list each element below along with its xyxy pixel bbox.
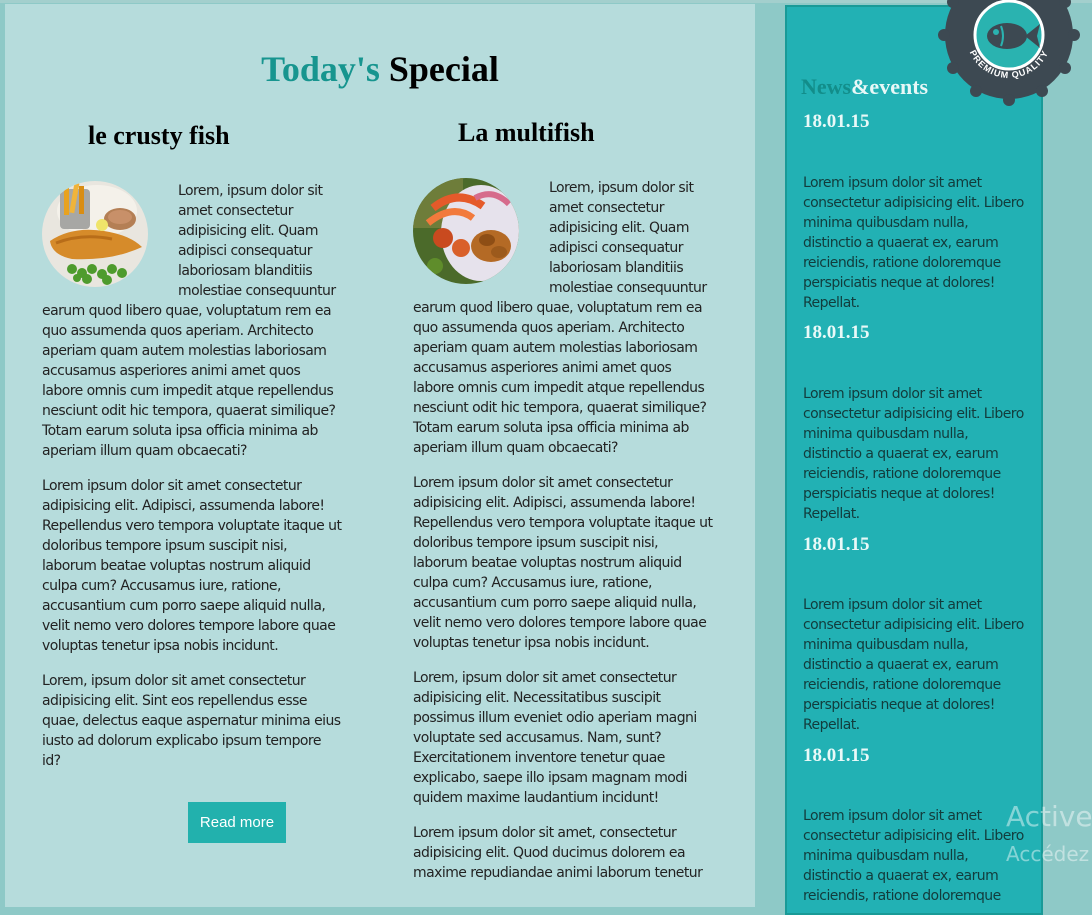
article-paragraph: Lorem, ipsum dolor sit amet consectetur … — [42, 673, 341, 769]
news-sidebar: News&events 18.01.15 Lorem ipsum dolor s… — [785, 5, 1043, 915]
event-text: Lorem ipsum dolor sit amet consectetur a… — [803, 597, 1024, 733]
event-text: Lorem ipsum dolor sit amet consectetur a… — [803, 808, 1024, 904]
activation-watermark: Activer — [1006, 800, 1092, 833]
seafood-platter-image — [413, 178, 519, 284]
activation-watermark-sub: Accédez — [1006, 842, 1090, 866]
fish-and-chips-image — [42, 181, 148, 287]
article-title: le crusty fish — [88, 121, 230, 150]
article-paragraph: Lorem ipsum dolor sit amet, consectetur … — [413, 825, 703, 881]
page-title: Today's Special — [0, 48, 760, 90]
event-date: 18.01.15 — [803, 322, 870, 343]
event-text: Lorem ipsum dolor sit amet consectetur a… — [803, 386, 1024, 522]
event-text: Lorem ipsum dolor sit amet consectetur a… — [803, 175, 1024, 311]
article-body: Lorem, ipsum dolor sit amet consectetur … — [42, 181, 342, 786]
article-paragraph: Lorem, ipsum dolor sit amet consectetur … — [413, 670, 697, 806]
event-date: 18.01.15 — [803, 111, 870, 132]
premium-quality-badge: PREMIUM QUALITY FI — [938, 0, 1080, 106]
event-date: 18.01.15 — [803, 534, 870, 555]
page-title-rest: Special — [388, 49, 499, 89]
sidebar-title: News&events — [801, 74, 928, 100]
article-paragraph: Lorem ipsum dolor sit amet consectetur a… — [413, 475, 713, 651]
article-body: Lorem, ipsum dolor sit amet consectetur … — [413, 178, 713, 898]
sidebar-title-news: News — [801, 74, 852, 99]
top-edge — [0, 0, 1092, 3]
page-title-accent: Today's — [261, 49, 380, 89]
sidebar-title-events: &events — [851, 74, 929, 99]
article-title: La multifish — [458, 118, 595, 147]
event-date: 18.01.15 — [803, 745, 870, 766]
read-more-button[interactable]: Read more — [188, 802, 286, 843]
article-paragraph: Lorem ipsum dolor sit amet consectetur a… — [42, 478, 342, 654]
